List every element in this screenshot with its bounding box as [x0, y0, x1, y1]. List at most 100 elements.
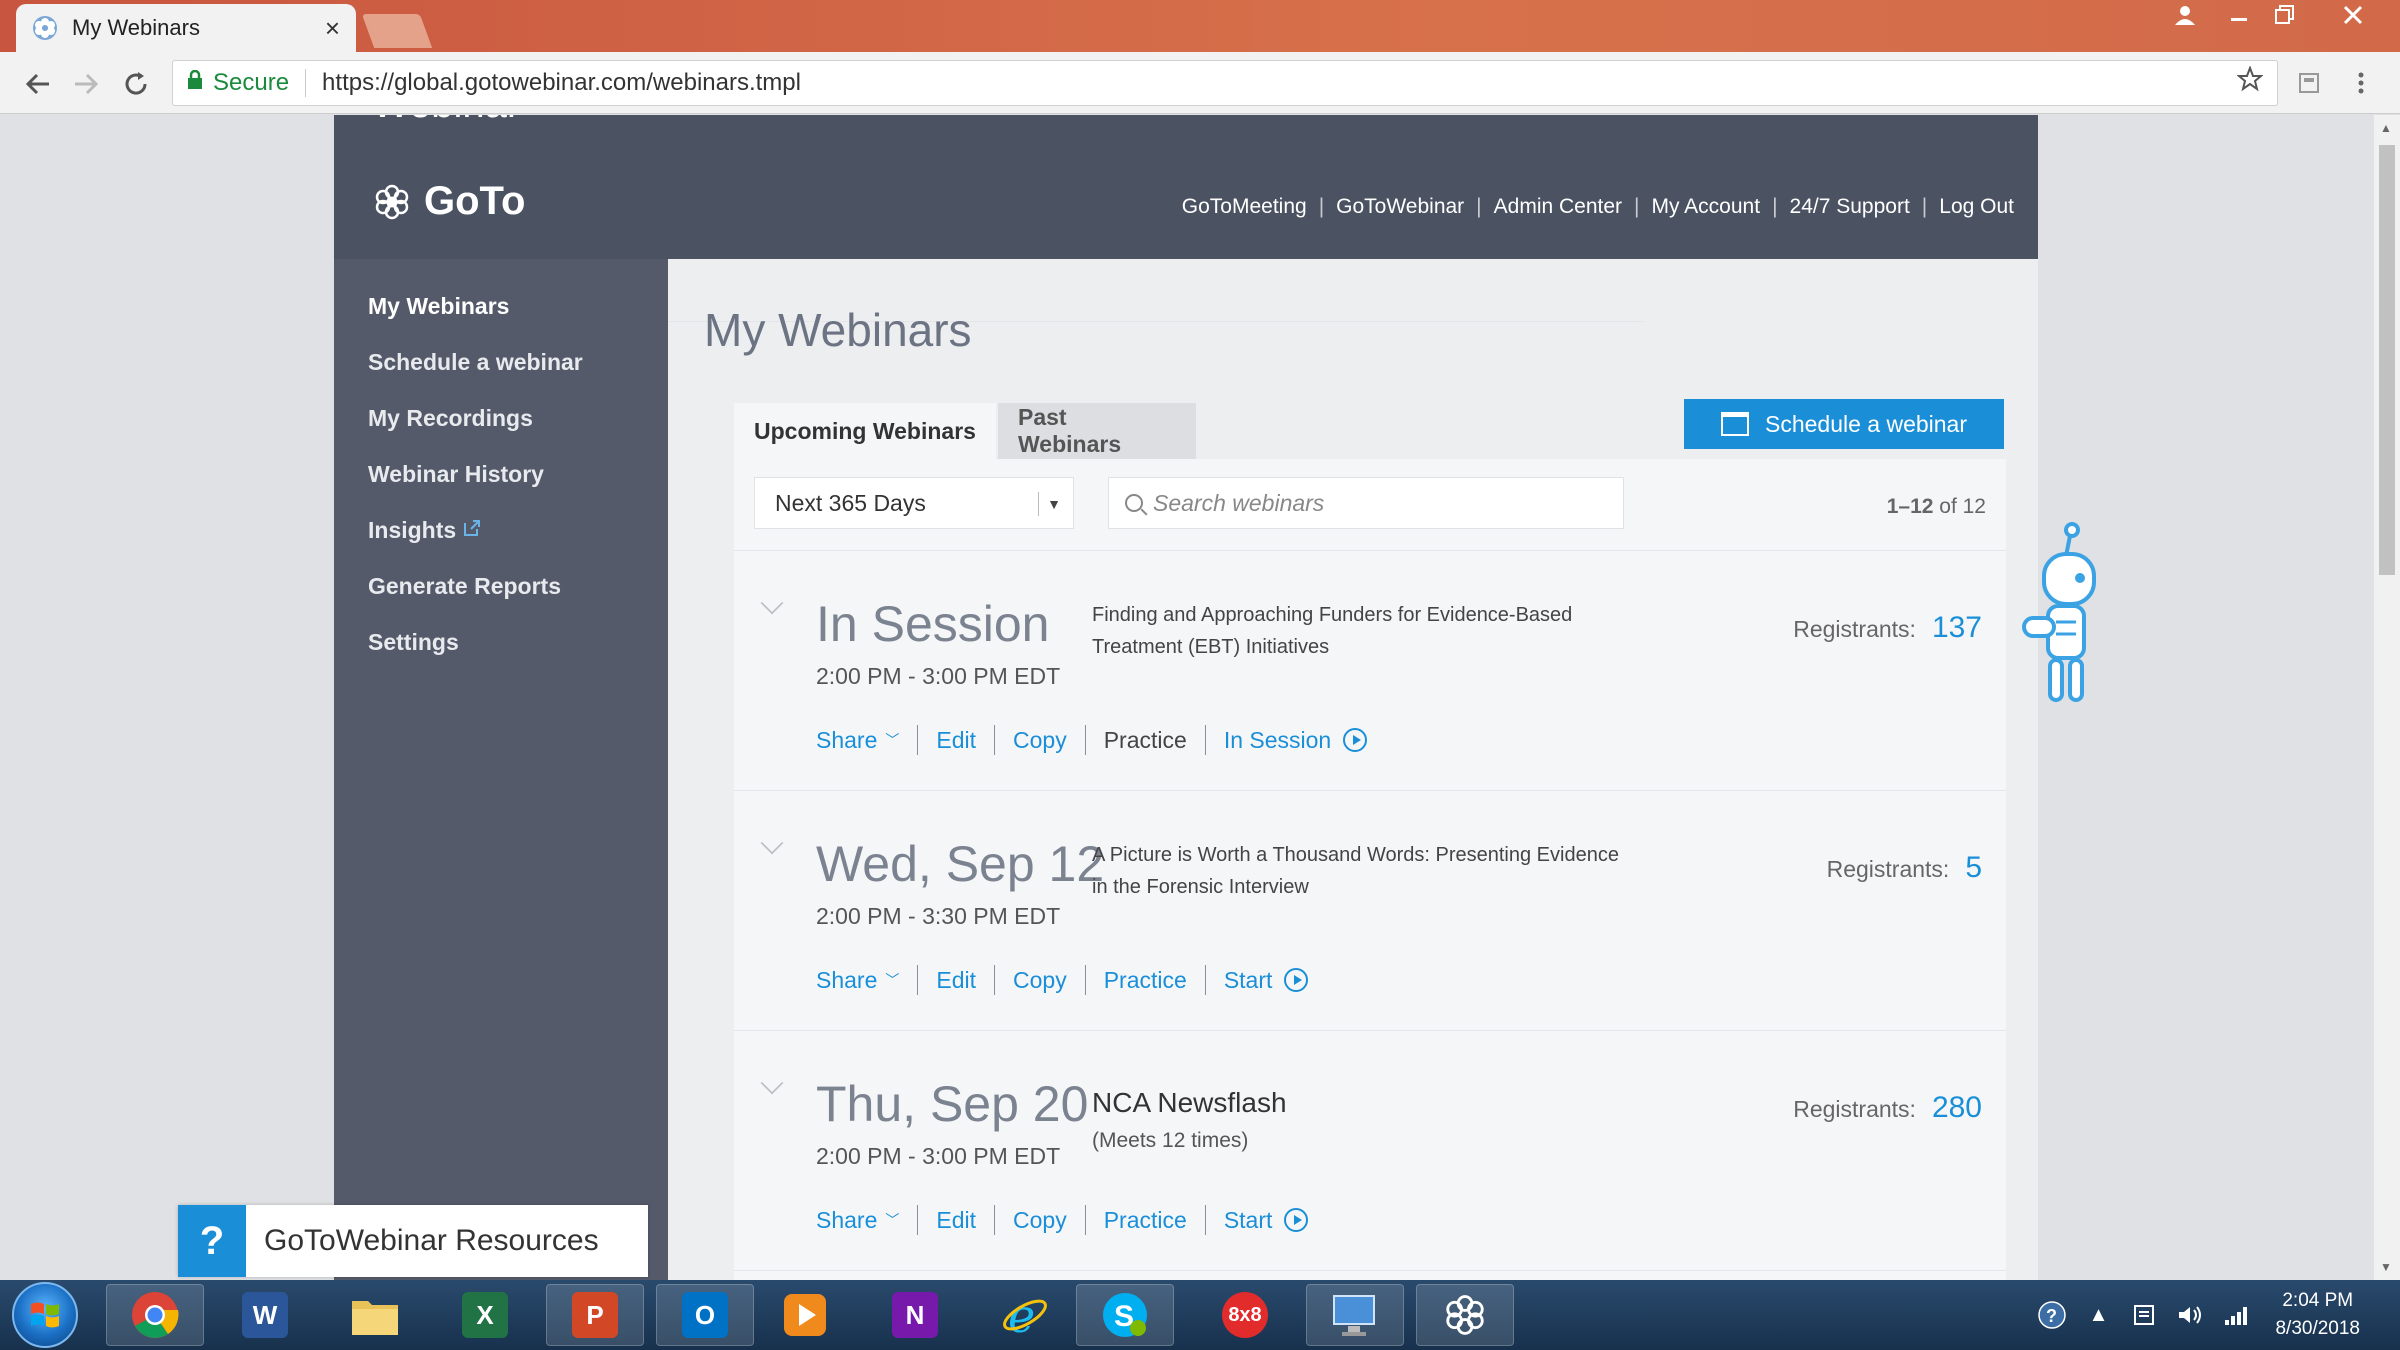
copy-button[interactable]: Copy	[994, 1205, 1085, 1235]
registrants-number[interactable]: 137	[1932, 611, 1982, 645]
browser-tab-my-webinars[interactable]: My Webinars ×	[16, 4, 356, 52]
sidebar-item-settings[interactable]: Settings	[368, 629, 459, 656]
taskbar-8x8[interactable]: 8x8	[1196, 1284, 1294, 1346]
minimize-icon[interactable]	[2216, 0, 2262, 30]
volume-icon[interactable]	[2175, 1300, 2205, 1330]
address-separator	[305, 69, 307, 97]
page-scrollbar[interactable]: ▲ ▼	[2374, 115, 2400, 1280]
tray-expand-icon[interactable]: ▲	[2083, 1300, 2113, 1330]
chevron-down-icon[interactable]	[760, 1071, 784, 1095]
robot-mascot-icon[interactable]	[2010, 520, 2110, 720]
action-center-icon[interactable]	[2129, 1300, 2159, 1330]
edit-button[interactable]: Edit	[917, 965, 994, 995]
filter-row: Next 365 Days ▼ 1–12 of 12	[734, 459, 2006, 551]
restore-icon[interactable]	[2262, 0, 2308, 30]
webinar-title[interactable]: Finding and Approaching Funders for Evid…	[1092, 599, 1632, 663]
nav-gotowebinar[interactable]: GoToWebinar	[1336, 195, 1464, 219]
chevron-down-icon[interactable]	[760, 831, 784, 855]
nav-log-out[interactable]: Log Out	[1939, 195, 2014, 219]
resources-widget[interactable]: ? GoToWebinar Resources	[178, 1205, 648, 1277]
share-button[interactable]: Share ﹀	[816, 965, 917, 995]
registrants-number[interactable]: 5	[1965, 851, 1982, 885]
tab-past-webinars[interactable]: Past Webinars	[998, 403, 1196, 459]
word-icon: W	[242, 1292, 288, 1338]
network-signal-icon[interactable]	[2221, 1300, 2251, 1330]
sidebar-item-generate-reports[interactable]: Generate Reports	[368, 573, 561, 600]
taskbar-remote-desktop[interactable]	[1306, 1284, 1404, 1346]
url-text[interactable]: https://global.gotowebinar.com/webinars.…	[322, 69, 2237, 97]
copy-button[interactable]: Copy	[994, 965, 1085, 995]
start-button[interactable]: Start	[1204, 1205, 1327, 1235]
chevron-down-icon: ﹀	[885, 1212, 900, 1228]
webinar-row: Thu, Sep 20 2:00 PM - 3:00 PM EDT NCA Ne…	[734, 1031, 2006, 1271]
sidebar-item-schedule-webinar[interactable]: Schedule a webinar	[368, 349, 583, 376]
webinar-title[interactable]: NCA Newsflash	[1092, 1087, 1632, 1119]
chrome-icon	[132, 1292, 179, 1338]
edit-button[interactable]: Edit	[917, 1205, 994, 1235]
start-label: Start	[1223, 1206, 1273, 1233]
sidebar-item-my-recordings[interactable]: My Recordings	[368, 405, 533, 432]
gotowebinar-favicon-icon	[33, 16, 57, 40]
taskbar-gotowebinar[interactable]	[1416, 1284, 1514, 1346]
back-icon[interactable]	[18, 64, 58, 104]
nav-gotomeeting[interactable]: GoToMeeting	[1182, 195, 1307, 219]
reload-icon[interactable]	[116, 64, 156, 104]
taskbar-skype[interactable]: S	[1076, 1284, 1174, 1346]
taskbar-media-player[interactable]	[756, 1284, 854, 1346]
nav-admin-center[interactable]: Admin Center	[1494, 195, 1622, 219]
in-session-button[interactable]: In Session	[1204, 725, 1385, 755]
practice-button[interactable]: Practice	[1084, 725, 1205, 755]
practice-button[interactable]: Practice	[1084, 965, 1205, 995]
sidebar-item-insights[interactable]: Insights	[368, 517, 482, 544]
start-button[interactable]	[12, 1282, 78, 1348]
copy-button[interactable]: Copy	[994, 725, 1085, 755]
taskbar-powerpoint[interactable]: P	[546, 1284, 644, 1346]
powerpoint-icon: P	[572, 1292, 618, 1338]
share-button[interactable]: Share ﹀	[816, 725, 917, 755]
help-circle-icon[interactable]: ?	[2037, 1300, 2067, 1330]
start-button[interactable]: Start	[1204, 965, 1327, 995]
scroll-up-icon[interactable]: ▲	[2380, 121, 2392, 135]
taskbar-excel[interactable]: X	[436, 1284, 534, 1346]
pagination-range: 1–12	[1886, 495, 1934, 518]
date-range-select[interactable]: Next 365 Days ▼	[754, 477, 1074, 529]
sidebar-item-webinar-history[interactable]: Webinar History	[368, 461, 544, 488]
webinar-title[interactable]: A Picture is Worth a Thousand Words: Pre…	[1092, 839, 1632, 903]
nav-support[interactable]: 24/7 Support	[1790, 195, 1910, 219]
scrollbar-thumb[interactable]	[2379, 145, 2395, 575]
system-clock[interactable]: 2:04 PM 8/30/2018	[2275, 1287, 2360, 1343]
address-bar[interactable]: Secure https://global.gotowebinar.com/we…	[172, 60, 2278, 106]
practice-button[interactable]: Practice	[1084, 1205, 1205, 1235]
close-window-icon[interactable]	[2330, 0, 2376, 30]
scroll-down-icon[interactable]: ▼	[2380, 1260, 2392, 1274]
taskbar-onenote[interactable]: N	[866, 1284, 964, 1346]
taskbar-chrome[interactable]	[106, 1284, 204, 1346]
nav-my-account[interactable]: My Account	[1652, 195, 1761, 219]
user-profile-icon[interactable]	[2162, 0, 2208, 30]
taskbar-outlook[interactable]: O	[656, 1284, 754, 1346]
search-box[interactable]	[1108, 477, 1624, 529]
chevron-down-icon[interactable]	[760, 591, 784, 615]
schedule-webinar-button[interactable]: Schedule a webinar	[1684, 399, 2004, 449]
webinar-date: Wed, Sep 12	[816, 836, 1105, 892]
taskbar-internet-explorer[interactable]: e	[976, 1284, 1074, 1346]
gotowebinar-page: GoToWebinar GoToMeeting | GoToWebinar | …	[334, 115, 2038, 1280]
sidebar-item-my-webinars[interactable]: My Webinars	[368, 293, 509, 320]
extension-icon[interactable]	[2294, 68, 2324, 98]
forward-icon[interactable]	[66, 64, 106, 104]
bookmark-star-icon[interactable]	[2236, 65, 2264, 100]
search-input[interactable]	[1153, 489, 1593, 517]
webinar-time: 2:00 PM - 3:30 PM EDT	[816, 903, 1061, 929]
edit-button[interactable]: Edit	[917, 725, 994, 755]
taskbar-word[interactable]: W	[216, 1284, 314, 1346]
registrants-label: Registrants:	[1793, 1096, 1916, 1122]
registrants-number[interactable]: 280	[1932, 1091, 1982, 1125]
tab-close-icon[interactable]: ×	[325, 13, 340, 44]
share-button[interactable]: Share ﹀	[816, 1205, 917, 1235]
nav-divider: |	[1634, 195, 1640, 218]
webinar-row: In Session 2:00 PM - 3:00 PM EDT Finding…	[734, 551, 2006, 791]
new-tab-button[interactable]	[361, 14, 433, 48]
chrome-menu-icon[interactable]	[2346, 68, 2376, 98]
tab-upcoming-webinars[interactable]: Upcoming Webinars	[734, 403, 996, 459]
taskbar-file-explorer[interactable]	[326, 1284, 424, 1346]
